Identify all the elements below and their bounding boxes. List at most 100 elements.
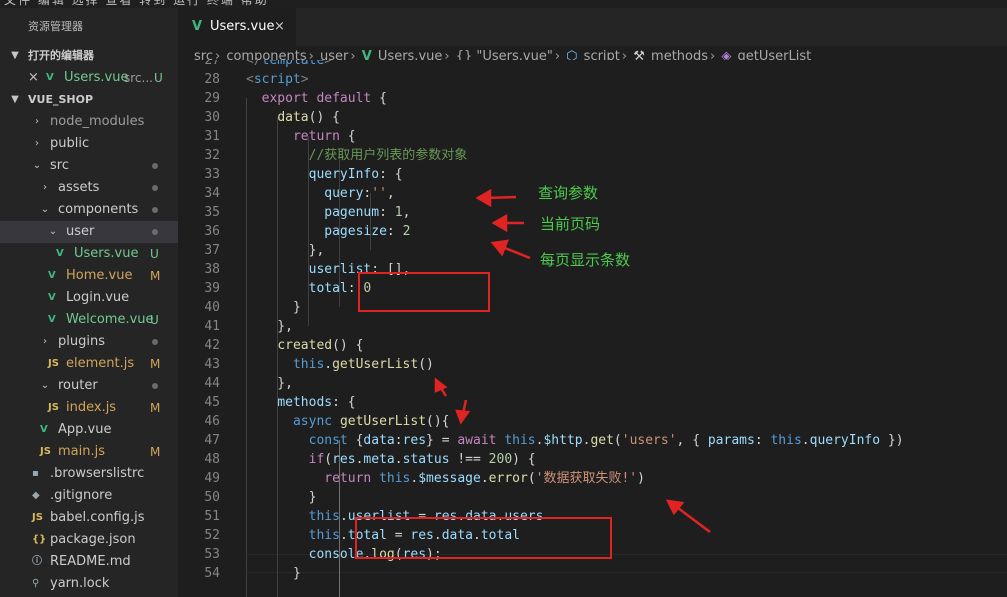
tree-item-label: Users.vue — [74, 246, 139, 261]
tree-item[interactable]: › public — [0, 133, 178, 155]
tree-item-label: .gitignore — [50, 488, 113, 503]
editor-tabs: V Users.vue × — [178, 8, 1007, 46]
chevron-down-icon: ▼ — [11, 94, 19, 105]
modified-dot — [152, 185, 158, 191]
tree-item-label: main.js — [58, 444, 105, 459]
tree-item-label: Home.vue — [66, 268, 133, 283]
json-file-icon: {} — [32, 534, 47, 545]
tree-item-label: README.md — [50, 554, 131, 569]
modified-dot — [152, 229, 158, 235]
chevron-right-icon: › — [43, 336, 47, 347]
tree-item-label: Login.vue — [66, 290, 130, 305]
tree-item[interactable]: ⚲ yarn.lock — [0, 573, 178, 595]
tree-item-label: assets — [58, 180, 100, 195]
js-file-icon: JS — [48, 358, 59, 369]
arrow-error — [673, 504, 711, 533]
tree-item-label: src — [50, 158, 69, 173]
arrow-head — [490, 239, 509, 257]
vue-file-icon: V — [48, 314, 56, 325]
tree-item[interactable]: ⌄ components — [0, 199, 178, 221]
code-editor[interactable]: 27 </template> 28 <script> 29 export default… — [178, 60, 1007, 597]
tree-item[interactable]: ⓘ README.md — [0, 551, 178, 573]
modified-dot — [152, 383, 158, 389]
chevron-down-icon: ⌄ — [40, 204, 50, 215]
tree-item[interactable]: › assets — [0, 177, 178, 199]
tree-item[interactable]: V Home.vue M — [0, 265, 178, 287]
tab-users-vue[interactable]: V Users.vue × — [178, 8, 296, 46]
git-status-badge: U — [150, 247, 159, 261]
tree-item[interactable]: JS element.js M — [0, 353, 178, 375]
tree-item[interactable]: ◆ .gitignore — [0, 485, 178, 507]
git-status-badge: M — [150, 401, 161, 415]
git-status-badge: M — [150, 357, 161, 371]
vue-file-icon: V — [192, 19, 203, 34]
tree-item[interactable]: V Welcome.vue U — [0, 309, 178, 331]
git-status-badge: M — [150, 445, 161, 459]
open-editor-users-vue[interactable]: × V Users.vue src... U — [0, 67, 178, 89]
js-file-icon: JS — [32, 512, 43, 523]
tree-item-label: user — [66, 224, 95, 239]
tree-item[interactable]: JS main.js M — [0, 441, 178, 463]
project-header[interactable]: ▼ VUE_SHOP — [0, 89, 178, 111]
arrow-head — [434, 377, 448, 393]
open-editors-header[interactable]: ▼ 打开的编辑器 — [0, 45, 178, 67]
git-status-badge: M — [150, 269, 161, 283]
tree-item[interactable]: V App.vue — [0, 419, 178, 441]
chevron-right-icon: › — [43, 182, 47, 193]
file-icon: ▪ — [32, 468, 39, 479]
tree-item[interactable]: JS index.js M — [0, 397, 178, 419]
explorer-sidebar: 资源管理器 ▼ 打开的编辑器 × V Users.vue src... U ▼ … — [0, 8, 178, 597]
tree-item-label: yarn.lock — [50, 576, 110, 591]
tree-item-label: public — [50, 136, 90, 151]
annotation-arrows — [434, 188, 711, 533]
tree-item-label: Welcome.vue — [66, 312, 154, 327]
arrow-head — [491, 213, 508, 233]
tree-item-label: components — [58, 202, 139, 217]
chevron-down-icon: ⌄ — [40, 380, 50, 391]
chevron-down-icon: ▼ — [11, 50, 19, 61]
js-file-icon: JS — [40, 446, 51, 457]
tree-item[interactable]: › plugins — [0, 331, 178, 353]
yarn-icon: ⚲ — [32, 578, 40, 589]
modified-dot — [152, 207, 158, 213]
arrow-head — [475, 188, 492, 208]
tree-item[interactable]: › node_modules — [0, 111, 178, 133]
tree-item[interactable]: ⌄ src — [0, 155, 178, 177]
js-file-icon: JS — [48, 402, 59, 413]
arrow-head — [665, 499, 685, 516]
close-icon[interactable]: × — [28, 67, 39, 89]
vue-file-icon: V — [48, 292, 56, 303]
tree-item[interactable]: V Login.vue — [0, 287, 178, 309]
chevron-right-icon: › — [35, 116, 39, 127]
vue-file-icon: V — [40, 424, 48, 435]
title-bar: 文件 编辑 选择 查看 转到 运行 终端 帮助 — [0, 0, 1007, 8]
tree-item-label: plugins — [58, 334, 105, 349]
tree-item[interactable]: ⌄ router — [0, 375, 178, 397]
vue-file-icon: V — [48, 270, 56, 281]
tree-item-label: index.js — [66, 400, 117, 415]
tree-item-label: babel.config.js — [50, 510, 145, 525]
tree-item-label: node_modules — [50, 114, 145, 129]
explorer-title: 资源管理器 — [28, 20, 83, 33]
tree-item-label: element.js — [66, 356, 135, 371]
vue-file-icon: V — [46, 72, 54, 83]
tree-item[interactable]: {} package.json — [0, 529, 178, 551]
tree-item-label: App.vue — [58, 422, 112, 437]
close-icon[interactable]: × — [274, 8, 285, 46]
chevron-down-icon: ⌄ — [32, 160, 42, 171]
modified-dot — [152, 163, 158, 169]
chevron-right-icon: › — [35, 138, 39, 149]
tree-item-label: package.json — [50, 532, 136, 547]
info-icon: ⓘ — [32, 556, 42, 567]
git-status-badge: U — [150, 313, 159, 327]
tree-item-label: .browserslistrc — [50, 466, 145, 481]
arrow-head — [455, 409, 471, 425]
vue-file-icon: V — [56, 248, 64, 259]
tree-item[interactable]: V Users.vue U — [0, 243, 178, 265]
tree-item[interactable]: ⌄ user — [0, 221, 178, 243]
modified-dot — [152, 339, 158, 345]
git-icon: ◆ — [32, 490, 40, 501]
tree-item[interactable]: ▪ .browserslistrc — [0, 463, 178, 485]
tree-item-label: router — [58, 378, 98, 393]
tree-item[interactable]: JS babel.config.js — [0, 507, 178, 529]
